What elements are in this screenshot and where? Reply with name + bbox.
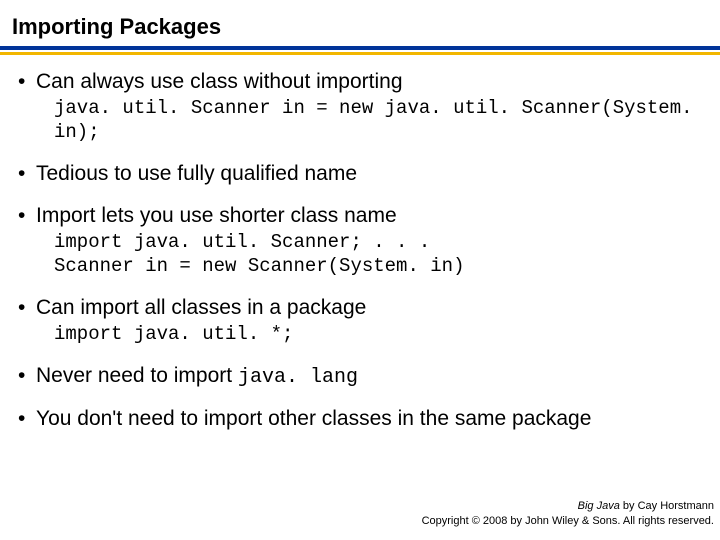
bullet-item: Import lets you use shorter class name i… — [18, 203, 702, 279]
slide-title: Importing Packages — [0, 14, 720, 46]
bullet-text: Import lets you use shorter class name — [36, 204, 397, 227]
bullet-text: Never need to import — [36, 364, 238, 387]
bullet-text: Tedious to use fully qualified name — [36, 162, 357, 185]
bullet-item: Can always use class without importing j… — [18, 69, 702, 145]
title-rule-gold — [0, 52, 720, 55]
bullet-item: Never need to import java. lang — [18, 363, 702, 390]
code-block: import java. util. Scanner; . . . Scanne… — [36, 231, 702, 279]
slide-content: Can always use class without importing j… — [0, 69, 720, 432]
bullet-item: You don't need to import other classes i… — [18, 406, 702, 432]
footer-line-2: Copyright © 2008 by John Wiley & Sons. A… — [422, 514, 714, 528]
bullet-text: Can import all classes in a package — [36, 296, 366, 319]
bullet-list: Can always use class without importing j… — [18, 69, 702, 432]
bullet-text: Can always use class without importing — [36, 70, 403, 93]
book-title: Big Java — [578, 500, 620, 512]
slide-footer: Big Java by Cay Horstmann Copyright © 20… — [422, 499, 714, 528]
footer-line-1: Big Java by Cay Horstmann — [422, 499, 714, 513]
bullet-item: Tedious to use fully qualified name — [18, 161, 702, 187]
author-text: by Cay Horstmann — [620, 500, 714, 512]
code-block: java. util. Scanner in = new java. util.… — [36, 97, 702, 145]
code-block: import java. util. *; — [36, 323, 702, 347]
inline-code: java. lang — [238, 366, 358, 389]
title-rule-blue — [0, 46, 720, 50]
bullet-text: You don't need to import other classes i… — [36, 407, 591, 430]
bullet-item: Can import all classes in a package impo… — [18, 295, 702, 347]
